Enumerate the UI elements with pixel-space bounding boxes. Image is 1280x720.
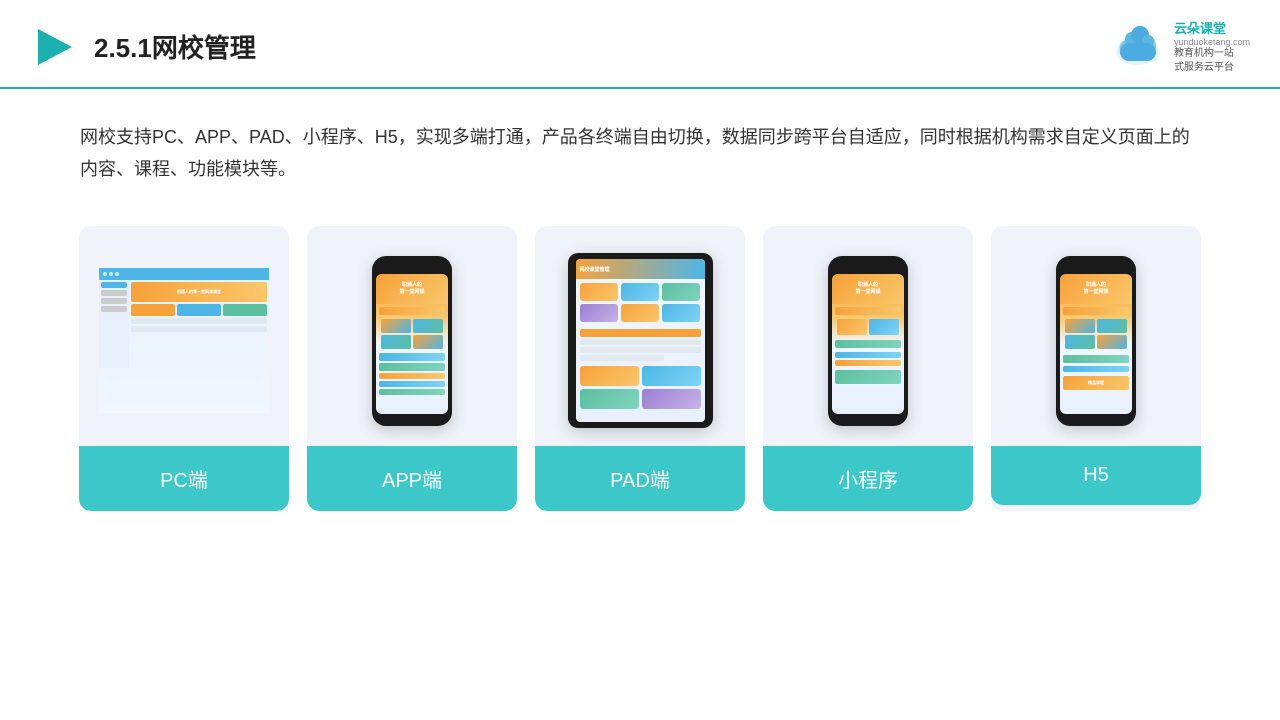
page-title: 2.5.1网校管理 [94,28,256,65]
card-h5-label: H5 [991,446,1201,505]
card-pc-label: PC端 [79,446,289,511]
miniprogram-phone-mockup: 职通人的第一堂网课 [828,256,908,426]
play-icon [30,23,78,71]
description-paragraph: 网校支持PC、APP、PAD、小程序、H5，实现多端打通，产品各终端自由切换，数… [80,121,1200,186]
card-app-label: APP端 [307,446,517,511]
card-miniprogram-label: 小程序 [763,446,973,511]
card-miniprogram: 职通人的第一堂网课 小程序 [763,226,973,511]
card-app-image: 职通人的第一堂网课 [307,226,517,446]
card-pad-label: PAD端 [535,446,745,511]
logo-url: yunduoketang.com [1174,37,1250,47]
logo-cloud-icon [1110,25,1166,69]
header-left: 2.5.1网校管理 [30,23,256,71]
cards-container: 职通人的第一堂网课课堂 [0,206,1280,531]
card-pc-image: 职通人的第一堂网课课堂 [79,226,289,446]
pad-mockup: 网校课堂管理 [568,253,713,428]
card-pc: 职通人的第一堂网课课堂 [79,226,289,511]
pc-mockup: 职通人的第一堂网课课堂 [99,268,269,413]
header: 2.5.1网校管理 云朵课堂 yunduoketang.com 教育机构一站式服… [0,0,1280,89]
description-text: 网校支持PC、APP、PAD、小程序、H5，实现多端打通，产品各终端自由切换，数… [0,89,1280,206]
card-h5: 职通人的第一堂网课 精品课程 [991,226,1201,511]
card-pad: 网校课堂管理 [535,226,745,511]
logo-area: 云朵课堂 yunduoketang.com 教育机构一站式服务云平台 [1110,18,1250,75]
card-h5-image: 职通人的第一堂网课 精品课程 [991,226,1201,446]
card-pad-image: 网校课堂管理 [535,226,745,446]
app-phone-mockup: 职通人的第一堂网课 [372,256,452,426]
card-miniprogram-image: 职通人的第一堂网课 [763,226,973,446]
logo-tagline: 教育机构一站式服务云平台 [1174,47,1250,75]
logo-name: 云朵课堂 [1174,18,1250,37]
h5-phone-mockup: 职通人的第一堂网课 精品课程 [1056,256,1136,426]
card-app: 职通人的第一堂网课 [307,226,517,511]
logo-text-area: 云朵课堂 yunduoketang.com 教育机构一站式服务云平台 [1174,18,1250,75]
